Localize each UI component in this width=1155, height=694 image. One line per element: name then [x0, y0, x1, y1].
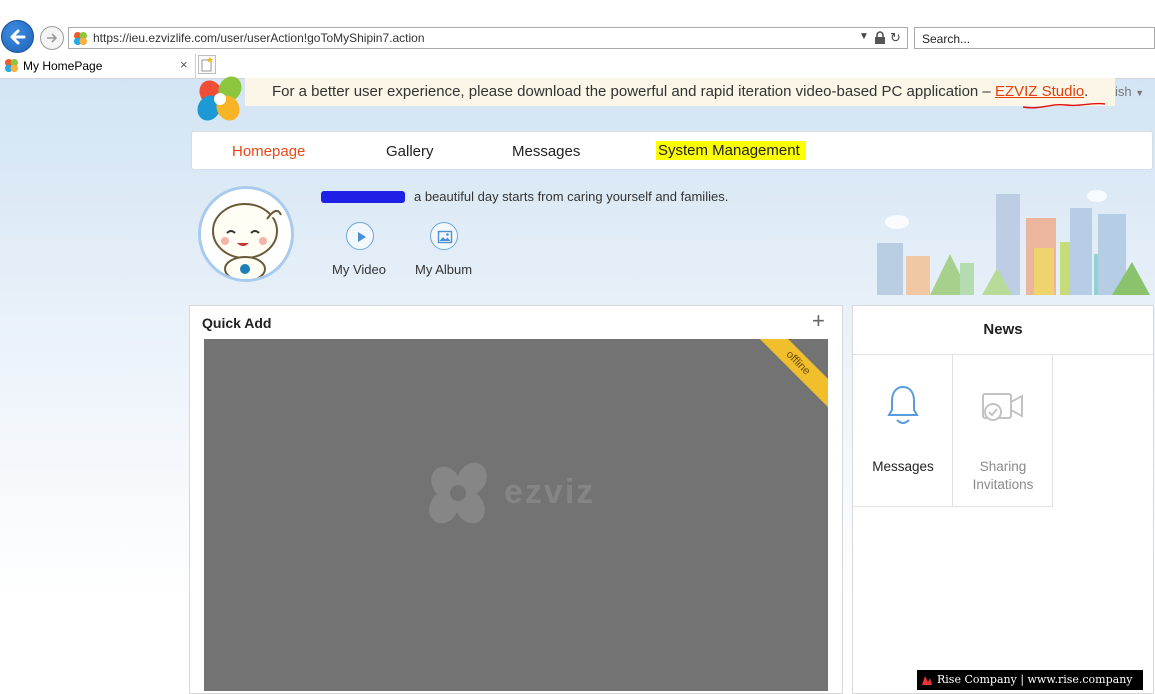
search-input[interactable]: Search...	[914, 27, 1155, 49]
nav-gallery[interactable]: Gallery	[386, 143, 434, 160]
close-icon[interactable]: ×	[180, 57, 188, 72]
play-icon	[358, 232, 366, 242]
bell-icon	[887, 385, 919, 424]
my-video-label[interactable]: My Video	[332, 262, 386, 277]
ezviz-logo-icon[interactable]	[195, 75, 247, 123]
address-bar[interactable]: https://ieu.ezvizlife.com/user/userActio…	[68, 27, 908, 49]
watermark-text: Rise Company | www.rise.company	[937, 673, 1133, 686]
tab-favicon-icon	[4, 58, 19, 73]
nav-system-management[interactable]: System Management	[656, 141, 806, 160]
banner-text-line: For a better user experience, please dow…	[272, 83, 1088, 100]
nav-system-management-label: System Management	[656, 141, 806, 160]
avatar[interactable]	[198, 186, 294, 282]
ezviz-studio-link[interactable]: EZVIZ Studio	[995, 83, 1084, 100]
news-panel: News Messages Sharing Invitations	[852, 305, 1154, 694]
profile-tagline: a beautiful day starts from caring yours…	[414, 189, 729, 204]
main-nav: Homepage Gallery Messages System Managem…	[191, 131, 1153, 170]
tab-title: My HomePage	[23, 59, 103, 73]
banner-message: For a better user experience, please dow…	[272, 83, 991, 100]
chevron-down-icon: ▼	[1135, 88, 1145, 98]
new-tab-button[interactable]	[198, 55, 216, 74]
cartoon-avatar-icon	[201, 189, 291, 279]
search-placeholder: Search...	[922, 32, 971, 46]
news-sharing-invitations-item[interactable]: Sharing Invitations	[953, 354, 1053, 507]
forward-button[interactable]	[40, 26, 64, 50]
ezviz-logo-icon	[429, 462, 487, 524]
lock-icon[interactable]	[874, 31, 886, 45]
nav-messages[interactable]: Messages	[512, 143, 580, 160]
site-favicon-icon	[73, 31, 88, 46]
ezviz-wordmark: ezviz	[504, 473, 596, 511]
chevron-down-icon[interactable]: ▼	[859, 31, 869, 42]
red-underline-annotation	[1022, 102, 1106, 109]
device-preview-offline[interactable]: offline ezviz	[204, 339, 828, 691]
news-messages-label: Messages	[872, 459, 934, 474]
news-messages-item[interactable]: Messages	[853, 354, 953, 507]
redacted-username	[321, 191, 405, 203]
city-skyline-illustration	[877, 190, 1150, 295]
back-button[interactable]	[1, 20, 34, 53]
news-title: News	[853, 306, 1153, 355]
new-tab-icon	[201, 57, 213, 72]
add-device-button[interactable]: +	[812, 308, 825, 334]
nav-homepage[interactable]: Homepage	[232, 143, 305, 160]
my-video-button[interactable]	[346, 222, 374, 250]
url-text: https://ieu.ezvizlife.com/user/userActio…	[93, 31, 425, 45]
image-icon	[437, 230, 453, 244]
my-album-button[interactable]	[430, 222, 458, 250]
quick-add-title: Quick Add	[202, 315, 272, 331]
language-label: ish	[1115, 84, 1132, 99]
rise-logo-icon	[922, 676, 932, 685]
language-selector[interactable]: ish ▼	[1115, 84, 1144, 99]
download-banner: For a better user experience, please dow…	[245, 78, 1115, 109]
arrow-left-icon	[10, 29, 26, 45]
news-sharing-invitations-label: Sharing Invitations	[972, 459, 1034, 492]
offline-ribbon: offline	[748, 339, 828, 413]
browser-tab[interactable]: My HomePage ×	[0, 54, 196, 78]
watermark-badge: Rise Company | www.rise.company	[917, 670, 1143, 690]
quick-add-panel: Quick Add + offline ezviz	[189, 305, 843, 694]
arrow-right-icon	[47, 33, 58, 43]
banner-suffix: .	[1084, 83, 1089, 100]
refresh-icon[interactable]: ↻	[890, 30, 901, 46]
camera-share-icon	[982, 393, 1023, 421]
browser-chrome: https://ieu.ezvizlife.com/user/userActio…	[0, 0, 1155, 79]
my-album-label[interactable]: My Album	[415, 262, 472, 277]
